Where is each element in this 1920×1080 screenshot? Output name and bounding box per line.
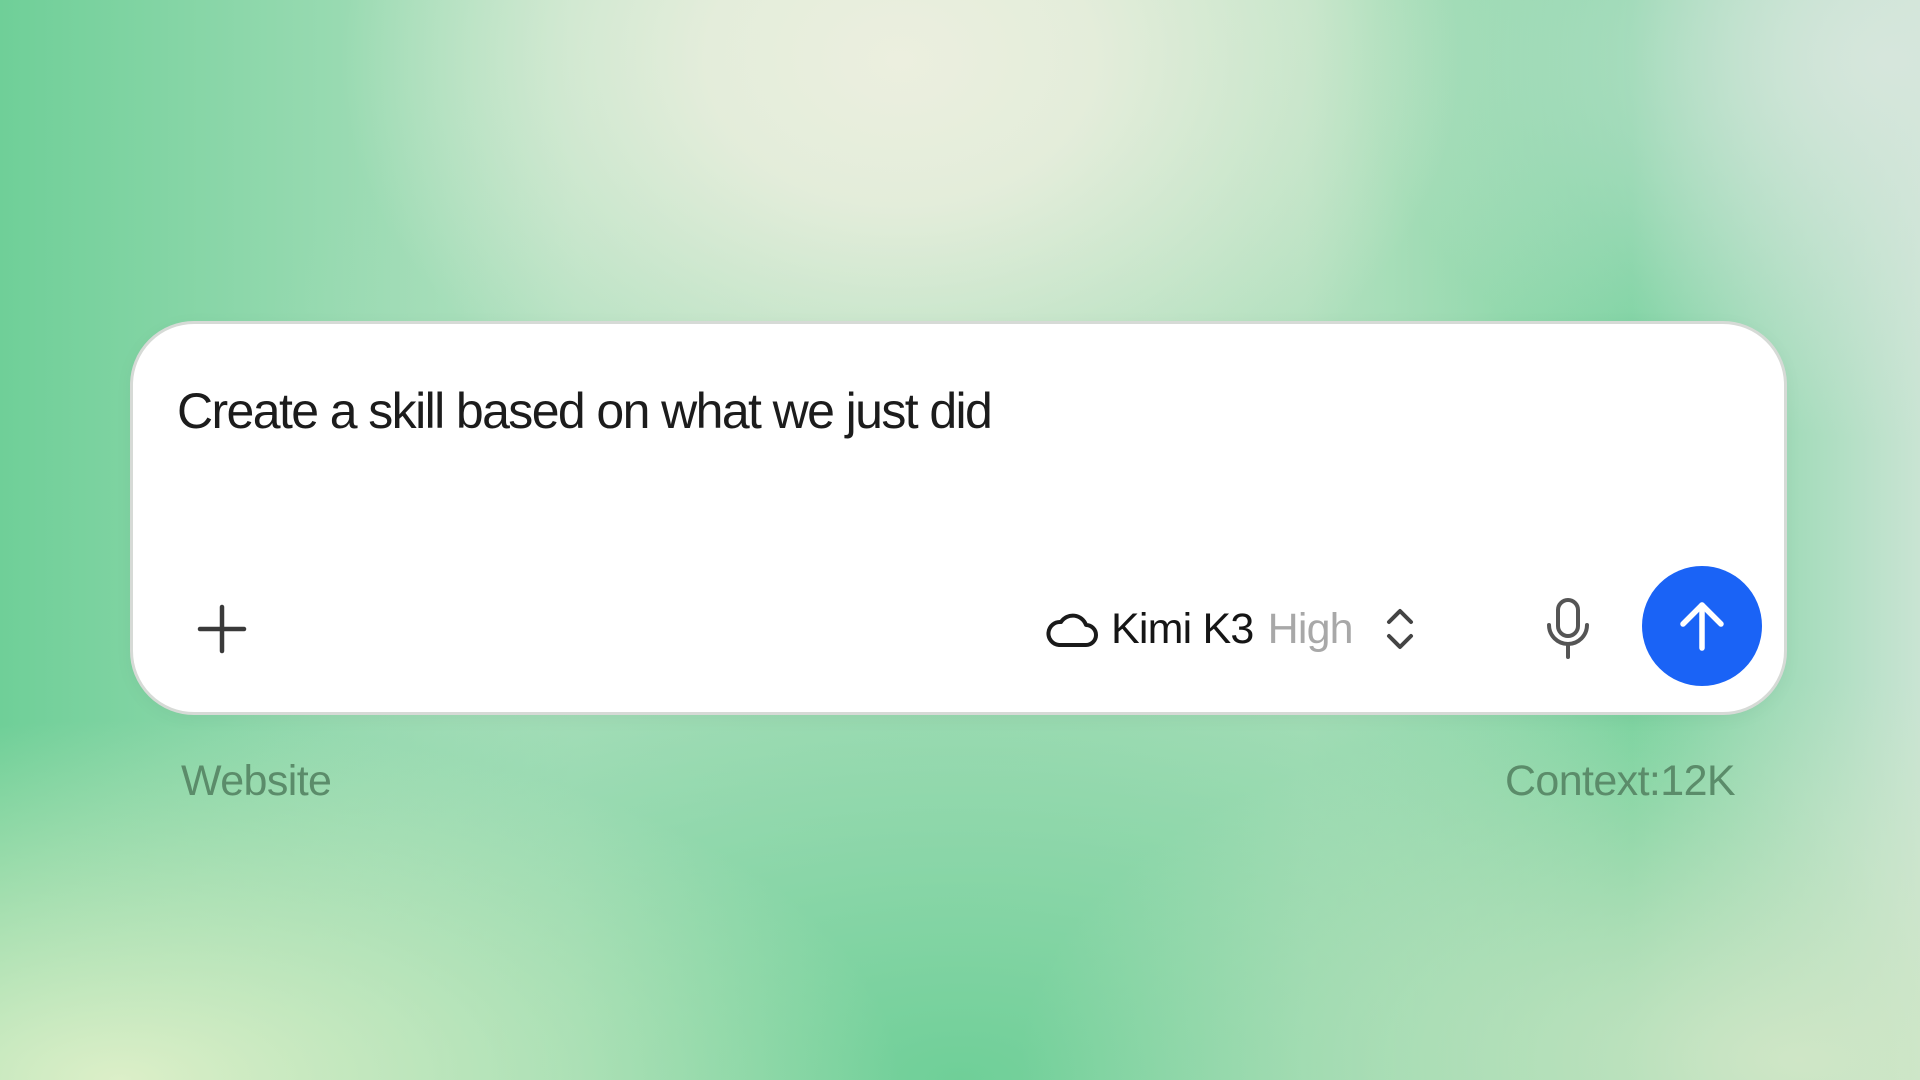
send-button[interactable] <box>1642 566 1762 686</box>
microphone-icon <box>1547 598 1589 659</box>
microphone-button[interactable] <box>1533 594 1603 664</box>
prompt-input[interactable]: Create a skill based on what we just did <box>177 386 993 436</box>
arrow-up-icon <box>1680 602 1724 651</box>
model-selector[interactable]: Kimi K3 High <box>1045 594 1417 664</box>
cloud-icon <box>1045 609 1101 649</box>
add-button[interactable] <box>187 594 257 664</box>
chevron-up-down-icon <box>1383 604 1417 654</box>
model-name: Kimi K3 <box>1111 604 1254 653</box>
context-size-label: Context:12K <box>1504 757 1736 805</box>
model-effort-level: High <box>1267 604 1354 653</box>
website-label[interactable]: Website <box>181 760 332 803</box>
plus-icon <box>197 604 247 654</box>
prompt-composer: Create a skill based on what we just did… <box>130 321 1787 715</box>
